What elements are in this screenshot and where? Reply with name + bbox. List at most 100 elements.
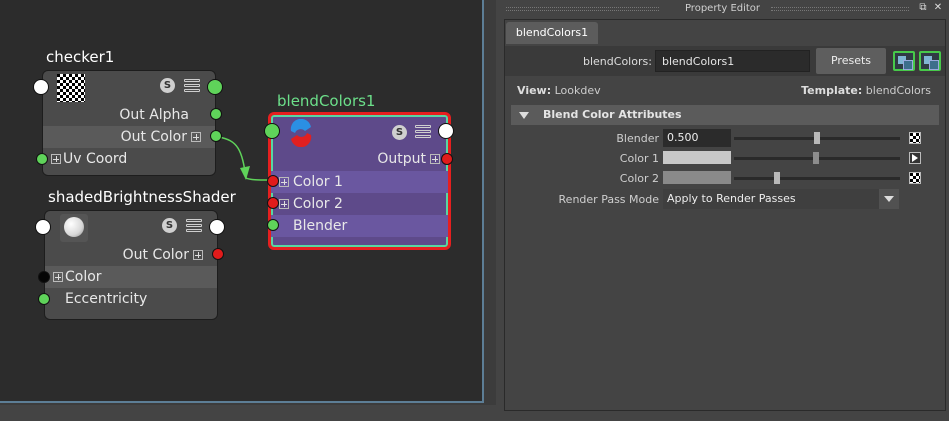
attr-row-out-color[interactable]: Out Color — [45, 244, 217, 266]
attr-label: Render Pass Mode — [558, 193, 659, 206]
attr-label: Color 2 — [619, 172, 659, 185]
attribute-list-icon[interactable] — [184, 79, 200, 94]
node-input-port[interactable] — [35, 219, 51, 235]
color-1-swatch[interactable] — [663, 151, 731, 164]
expand-icon[interactable] — [191, 132, 201, 142]
chevron-down-icon[interactable] — [879, 189, 899, 209]
section-blend-color-attributes[interactable]: Blend Color Attributes — [511, 105, 939, 125]
go-to-input-icon[interactable] — [909, 152, 921, 164]
status-bar — [0, 405, 496, 421]
attr-row-color[interactable]: Color — [45, 266, 217, 288]
drag-grip[interactable] — [506, 7, 659, 11]
color-2-slider[interactable] — [734, 172, 900, 184]
render-pass-mode-select[interactable]: Apply to Render Passes — [663, 189, 899, 209]
node-editor-canvas[interactable]: checker1 S Out Alpha Out Color Uv Coord … — [0, 0, 484, 403]
blender-value-field[interactable]: 0.500 — [663, 129, 731, 147]
node-blendcolors1[interactable]: S Output Color 1 Color 2 Blender — [268, 112, 451, 250]
attr-row-blender[interactable]: Blender — [271, 215, 448, 237]
close-icon[interactable]: ✕ — [932, 2, 944, 14]
blender-slider[interactable] — [734, 132, 900, 144]
s-icon[interactable]: S — [392, 125, 407, 140]
attr-row-out-alpha[interactable]: Out Alpha — [43, 104, 215, 126]
attr-label: Out Color — [122, 247, 189, 263]
node-output-port[interactable] — [209, 219, 225, 235]
view-value[interactable]: Lookdev — [555, 84, 601, 97]
checker-thumbnail — [57, 74, 85, 102]
attr-label: Out Color — [120, 129, 187, 145]
node-shadedbrightnessshader[interactable]: S Out Color Color Eccentricity — [44, 210, 218, 320]
attr-label: Out Alpha — [119, 107, 189, 123]
color-2-swatch[interactable] — [663, 171, 731, 184]
node-input-port[interactable] — [33, 79, 49, 95]
node-type-label: blendColors: — [583, 55, 652, 68]
attr-label: Color 1 — [293, 174, 343, 190]
port-color[interactable] — [38, 271, 50, 283]
collapse-arrow-icon[interactable] — [519, 112, 529, 119]
expand-icon[interactable] — [430, 154, 440, 164]
attr-color-1: Color 1 — [511, 148, 939, 168]
node-input-port[interactable] — [264, 123, 280, 139]
template-value[interactable]: blendColors — [866, 84, 931, 97]
attr-render-pass-mode: Render Pass Mode Apply to Render Passes — [511, 189, 939, 209]
map-texture-icon[interactable] — [909, 132, 921, 144]
focus-output-icon[interactable] — [919, 51, 941, 71]
property-editor-body: blendColors1 blendColors: blendColors1 P… — [504, 19, 946, 411]
slider-handle[interactable] — [813, 152, 819, 164]
node-output-port[interactable] — [438, 123, 454, 139]
attr-label: Color 1 — [619, 152, 659, 165]
node-name-field[interactable]: blendColors1 — [655, 50, 810, 72]
attribute-list-icon[interactable] — [186, 219, 202, 234]
expand-icon[interactable] — [279, 177, 289, 187]
attr-label: Blender — [293, 218, 348, 234]
sphere-thumbnail — [60, 214, 88, 242]
map-texture-icon[interactable] — [909, 172, 921, 184]
template-label: Template: — [801, 84, 863, 97]
node-checker1[interactable]: S Out Alpha Out Color Uv Coord — [42, 70, 216, 176]
attr-row-uv-coord[interactable]: Uv Coord — [43, 148, 215, 170]
expand-icon[interactable] — [53, 272, 63, 282]
attr-blender: Blender 0.500 — [511, 128, 939, 148]
attr-row-color-1[interactable]: Color 1 — [271, 171, 448, 193]
port-blender[interactable] — [267, 219, 279, 231]
section-title: Blend Color Attributes — [543, 108, 682, 121]
port-out-alpha[interactable] — [210, 108, 222, 120]
node-title-shadedbrightnessshader: shadedBrightnessShader — [48, 188, 236, 206]
presets-button[interactable]: Presets — [816, 48, 886, 74]
attr-label: Color — [65, 269, 102, 285]
attr-row-eccentricity[interactable]: Eccentricity — [45, 288, 217, 310]
property-editor-panel: Property Editor ⧉ ✕ blendColors1 blendCo… — [496, 0, 949, 421]
node-title-blendcolors1: blendColors1 — [277, 92, 376, 110]
expand-icon[interactable] — [193, 250, 203, 260]
node-header: blendColors: blendColors1 Presets — [505, 46, 945, 76]
attribute-list-icon[interactable] — [415, 125, 431, 140]
port-out-color[interactable] — [210, 130, 222, 142]
attr-row-color-2[interactable]: Color 2 — [271, 193, 448, 215]
float-window-icon[interactable]: ⧉ — [917, 2, 929, 14]
attr-label: Color 2 — [293, 196, 343, 212]
port-output[interactable] — [441, 153, 453, 165]
tab-blendcolors1[interactable]: blendColors1 — [506, 22, 598, 44]
s-icon[interactable]: S — [160, 78, 175, 93]
slider-handle[interactable] — [774, 172, 780, 184]
property-editor-titlebar[interactable]: Property Editor ⧉ ✕ — [496, 0, 949, 17]
slider-handle[interactable] — [814, 132, 820, 144]
port-color-2[interactable] — [267, 197, 279, 209]
attr-color-2: Color 2 — [511, 168, 939, 188]
port-out-color[interactable] — [212, 248, 224, 260]
expand-icon[interactable] — [51, 154, 61, 164]
port-uv-coord[interactable] — [36, 153, 48, 165]
port-eccentricity[interactable] — [38, 293, 50, 305]
attr-row-out-color[interactable]: Out Color — [43, 126, 215, 148]
attr-row-output[interactable]: Output — [271, 148, 448, 170]
focus-input-icon[interactable] — [893, 51, 915, 71]
node-title-checker1: checker1 — [46, 48, 115, 66]
expand-icon[interactable] — [279, 199, 289, 209]
port-color-1[interactable] — [267, 175, 279, 187]
node-output-port[interactable] — [207, 79, 223, 95]
blendcolors-icon — [290, 119, 312, 147]
s-icon[interactable]: S — [162, 218, 177, 233]
drag-grip[interactable] — [771, 7, 909, 11]
attr-label: Blender — [616, 132, 659, 145]
view-label: View: — [517, 84, 552, 97]
color-1-slider[interactable] — [734, 152, 900, 164]
